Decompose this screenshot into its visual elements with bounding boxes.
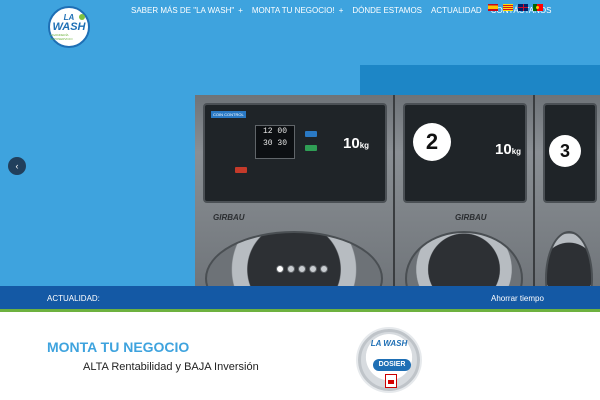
pdf-icon <box>385 374 397 388</box>
flag-portugal-icon[interactable] <box>533 4 543 11</box>
slider-dot[interactable] <box>276 265 284 273</box>
capacity-label: 10kg <box>343 135 369 152</box>
nav-item-donde-estamos[interactable]: DÓNDE ESTAMOS <box>352 6 422 15</box>
nav-item-label: ACTUALIDAD <box>431 5 482 15</box>
section-title: MONTA TU NEGOCIO <box>47 339 190 355</box>
machine-brand: GIRBAU <box>213 213 245 222</box>
nav-item-actualidad[interactable]: ACTUALIDAD <box>431 6 482 15</box>
capacity-unit: kg <box>359 141 370 150</box>
chevron-left-icon: ‹ <box>15 161 19 171</box>
machine-door <box>545 231 593 286</box>
display-bottom: 30 30 <box>262 139 287 148</box>
plus-icon: + <box>338 5 344 15</box>
ticker-label: ACTUALIDAD: <box>47 294 100 303</box>
flag-catalonia-icon[interactable] <box>503 4 513 11</box>
machine-button <box>235 167 247 173</box>
machine-button <box>305 131 317 137</box>
machine-brand: GIRBAU <box>455 213 487 222</box>
slider-dot[interactable] <box>287 265 295 273</box>
flag-spain-icon[interactable] <box>488 4 498 11</box>
dosier-download-button[interactable]: LA WASH DOSIER <box>358 329 420 391</box>
dosier-label: DOSIER <box>373 359 411 371</box>
slider-pagination <box>276 265 328 273</box>
slider-dot[interactable] <box>298 265 306 273</box>
nav-item-label: MONTA TU NEGOCIO! <box>251 5 335 15</box>
machine-number-badge: 2 <box>413 123 451 161</box>
news-ticker: ACTUALIDAD: Ahorrar tiempo <box>0 286 600 312</box>
washing-machine: 3 <box>535 95 600 286</box>
capacity-value: 10 <box>495 141 512 158</box>
display-top: 12 00 <box>262 127 287 136</box>
site-header: LA WASH LAVANDERÍA AUTOSERVICIO SABER MÁ… <box>0 0 600 50</box>
machine-button <box>305 145 317 151</box>
machine-display: 12 00 30 30 <box>255 125 295 159</box>
capacity-label: 10kg <box>495 141 521 158</box>
slider-prev-button[interactable]: ‹ <box>8 157 26 175</box>
nav-item-monta-tu-negocio[interactable]: MONTA TU NEGOCIO! + <box>252 6 344 15</box>
washing-machines-image: COIN CONTROL 12 00 30 30 10kg GIRBAU 2 1… <box>195 95 600 286</box>
machine-control-panel: COIN CONTROL 12 00 30 30 <box>203 103 387 203</box>
la-wash-logo[interactable]: LA WASH LAVANDERÍA AUTOSERVICIO <box>48 6 90 48</box>
logo-line2: WASH <box>52 20 86 33</box>
plus-icon: + <box>238 5 243 15</box>
hero-slider: COIN CONTROL 12 00 30 30 10kg GIRBAU 2 1… <box>0 50 600 286</box>
panel-label: COIN CONTROL <box>211 111 246 118</box>
slider-dot[interactable] <box>320 265 328 273</box>
logo-tagline: LAVANDERÍA AUTOSERVICIO <box>50 32 73 41</box>
flag-uk-icon[interactable] <box>518 4 528 11</box>
nav-item-label: DÓNDE ESTAMOS <box>352 5 422 15</box>
capacity-unit: kg <box>511 147 522 156</box>
machine-number-badge: 3 <box>549 135 581 167</box>
machine-door <box>205 231 383 286</box>
ticker-news-link[interactable]: Ahorrar tiempo <box>491 294 544 303</box>
machine-door <box>405 231 523 286</box>
section-subtitle: ALTA Rentabilidad y BAJA Inversión <box>83 361 259 373</box>
washing-machine: 2 10kg GIRBAU <box>395 95 535 286</box>
language-switcher <box>488 4 543 11</box>
dosier-brand: LA WASH <box>370 339 408 348</box>
slider-dot[interactable] <box>309 265 317 273</box>
nav-item-saber-mas[interactable]: SABER MÁS DE "LA WASH" + <box>131 6 243 15</box>
capacity-value: 10 <box>343 135 360 152</box>
logo-splash-icon <box>79 14 85 20</box>
nav-item-label: SABER MÁS DE "LA WASH" <box>131 5 235 15</box>
washing-machine: COIN CONTROL 12 00 30 30 10kg GIRBAU <box>195 95 395 286</box>
